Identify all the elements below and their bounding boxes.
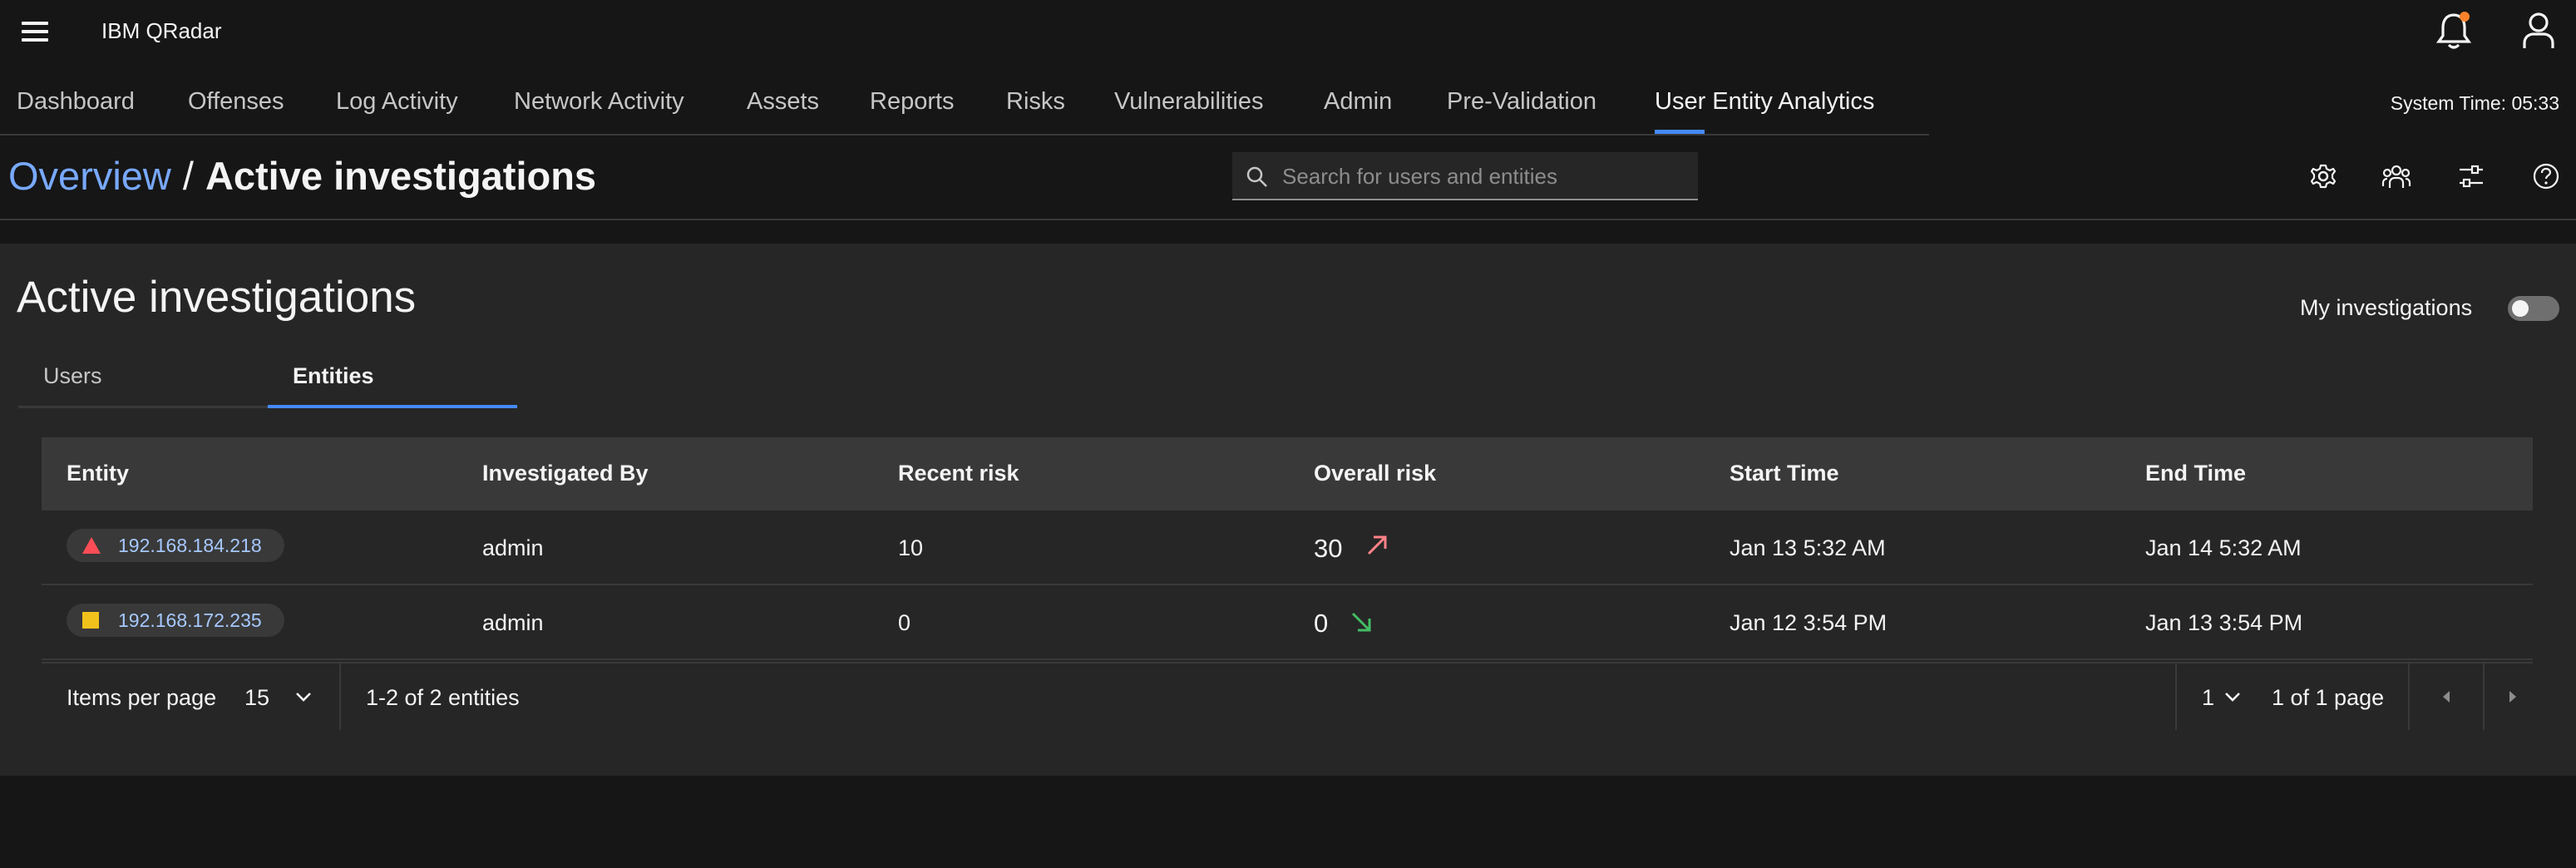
items-per-page-label: Items per page: [67, 685, 217, 710]
caret-left-icon: [2443, 691, 2450, 703]
my-investigations-label: My investigations: [2300, 295, 2473, 320]
pagination: Items per page 15 1-2 of 2 entities 1 1 …: [42, 662, 2533, 732]
start-time-cell: Jan 12 3:54 PM: [1730, 610, 1888, 635]
pager-divider: [339, 663, 341, 730]
chevron-down-icon[interactable]: [294, 690, 313, 703]
trend-down-arrow-icon: [1351, 612, 1371, 632]
nav-offenses[interactable]: Offenses: [188, 88, 284, 116]
my-investigations-toggle[interactable]: [2508, 296, 2559, 321]
nav-risks[interactable]: Risks: [1006, 88, 1065, 116]
next-page-button[interactable]: [2485, 663, 2533, 730]
panel-title: Active investigations: [17, 273, 417, 322]
breadcrumb-divider: [0, 219, 2576, 220]
header-overall-risk[interactable]: Overall risk: [1314, 461, 1436, 486]
chevron-down-icon[interactable]: [2223, 690, 2242, 703]
header-recent-risk[interactable]: Recent risk: [898, 461, 1019, 486]
entity-ip: 192.168.172.235: [118, 609, 262, 631]
nav-pre-validation[interactable]: Pre-Validation: [1447, 88, 1596, 116]
yellow-square-icon: [82, 612, 99, 629]
nav-log-activity[interactable]: Log Activity: [336, 88, 458, 116]
page-title: Active investigations: [205, 154, 597, 198]
tab-users[interactable]: Users: [18, 360, 268, 408]
entity-tag[interactable]: 192.168.172.235: [67, 604, 284, 637]
app-title: IBM QRadar: [101, 18, 222, 43]
help-icon[interactable]: [2531, 161, 2561, 191]
breadcrumb: Overview / Active investigations: [8, 153, 596, 199]
header-entity[interactable]: Entity: [67, 461, 129, 486]
nav-divider: [0, 134, 1929, 136]
system-time: System Time: 05:33: [2390, 92, 2559, 114]
entity-tag[interactable]: 192.168.184.218: [67, 529, 284, 562]
items-per-page-select[interactable]: 15: [244, 685, 269, 711]
nav-vulnerabilities[interactable]: Vulnerabilities: [1114, 88, 1263, 116]
notification-bell-icon[interactable]: [2435, 10, 2473, 52]
breadcrumb-separator: /: [182, 154, 194, 198]
recent-risk-cell: 0: [898, 610, 911, 635]
caret-right-icon: [2509, 691, 2516, 703]
search-icon: [1246, 166, 1267, 187]
user-profile-icon[interactable]: [2519, 10, 2558, 52]
nav-reports[interactable]: Reports: [870, 88, 955, 116]
header-start-time[interactable]: Start Time: [1730, 461, 1839, 486]
nav-dashboard[interactable]: Dashboard: [17, 88, 135, 116]
user-group-icon[interactable]: [2381, 161, 2411, 191]
settings-gear-icon[interactable]: [2308, 161, 2338, 191]
investigations-panel: Active investigations My investigations …: [0, 244, 2576, 776]
breadcrumb-overview-link[interactable]: Overview: [8, 154, 171, 198]
header-investigated-by[interactable]: Investigated By: [482, 461, 649, 486]
investigated-by-cell: admin: [482, 535, 544, 560]
tab-entities[interactable]: Entities: [268, 360, 517, 408]
nav-admin[interactable]: Admin: [1324, 88, 1392, 116]
top-header: IBM QRadar: [0, 0, 2576, 65]
table-row[interactable]: 192.168.172.235 admin 0 0 Jan 12 3:54 PM…: [42, 585, 2533, 660]
overall-risk-cell: 0: [1314, 609, 1329, 638]
items-range: 1-2 of 2 entities: [366, 685, 520, 710]
search-input[interactable]: [1281, 159, 1683, 194]
page-select[interactable]: 1: [2202, 685, 2214, 711]
filter-sliders-icon[interactable]: [2456, 161, 2486, 191]
nav-assets[interactable]: Assets: [747, 88, 819, 116]
trend-up-arrow-icon: [1367, 535, 1387, 555]
entity-ip: 192.168.184.218: [118, 535, 262, 556]
table-row[interactable]: 192.168.184.218 admin 10 30 Jan 13 5:32 …: [42, 510, 2533, 585]
red-triangle-icon: [82, 537, 101, 554]
page-count: 1 of 1 page: [2272, 685, 2385, 710]
hamburger-menu-icon[interactable]: [22, 22, 48, 43]
start-time-cell: Jan 13 5:32 AM: [1730, 535, 1886, 560]
nav-user-entity-analytics[interactable]: User Entity Analytics: [1655, 88, 1874, 116]
header-end-time[interactable]: End Time: [2145, 461, 2246, 486]
search-box: [1232, 152, 1698, 200]
toggle-knob: [2512, 300, 2529, 317]
investigated-by-cell: admin: [482, 610, 544, 635]
nav-network-activity[interactable]: Network Activity: [514, 88, 684, 116]
table-header: Entity Investigated By Recent risk Overa…: [42, 437, 2533, 510]
nav-active-indicator: [1655, 130, 1705, 134]
previous-page-button[interactable]: [2410, 663, 2483, 730]
recent-risk-cell: 10: [898, 535, 924, 560]
end-time-cell: Jan 13 3:54 PM: [2145, 610, 2303, 635]
pager-divider: [2175, 663, 2177, 730]
end-time-cell: Jan 14 5:32 AM: [2145, 535, 2302, 560]
overall-risk-cell: 30: [1314, 534, 1343, 563]
